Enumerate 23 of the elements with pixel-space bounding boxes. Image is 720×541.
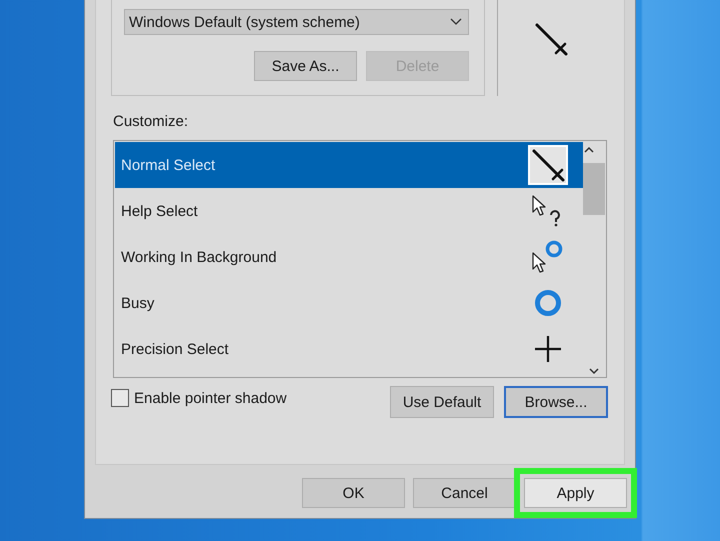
browse-button[interactable]: Browse... xyxy=(504,386,608,418)
cursor-list-item[interactable]: Help Select xyxy=(115,188,583,234)
cursor-list-item[interactable]: Working In Background xyxy=(115,234,583,280)
cursor-list-item[interactable]: Busy xyxy=(115,280,583,326)
ok-button[interactable]: OK xyxy=(302,478,405,508)
sword-icon xyxy=(534,22,568,56)
crosshair-icon xyxy=(534,335,562,363)
scheme-dropdown[interactable]: Windows Default (system scheme) xyxy=(124,9,469,35)
checkbox-label: Enable pointer shadow xyxy=(134,390,287,406)
use-default-button[interactable]: Use Default xyxy=(390,386,494,418)
ring-icon xyxy=(534,289,562,317)
save-as-button[interactable]: Save As... xyxy=(254,51,357,81)
customize-label: Customize: xyxy=(113,113,188,130)
chevron-down-icon xyxy=(450,18,462,26)
scroll-down-icon xyxy=(588,366,600,376)
sword-icon xyxy=(531,148,565,182)
cursor-list-item[interactable]: Normal Select xyxy=(115,142,583,188)
cursor-list-item[interactable]: Precision Select xyxy=(115,326,583,372)
pointer-with-ring-icon xyxy=(532,240,564,274)
checkbox[interactable] xyxy=(111,389,129,407)
scroll-up-icon xyxy=(583,145,595,155)
scrollbar-thumb[interactable] xyxy=(583,163,605,215)
cancel-button[interactable]: Cancel xyxy=(413,478,516,508)
